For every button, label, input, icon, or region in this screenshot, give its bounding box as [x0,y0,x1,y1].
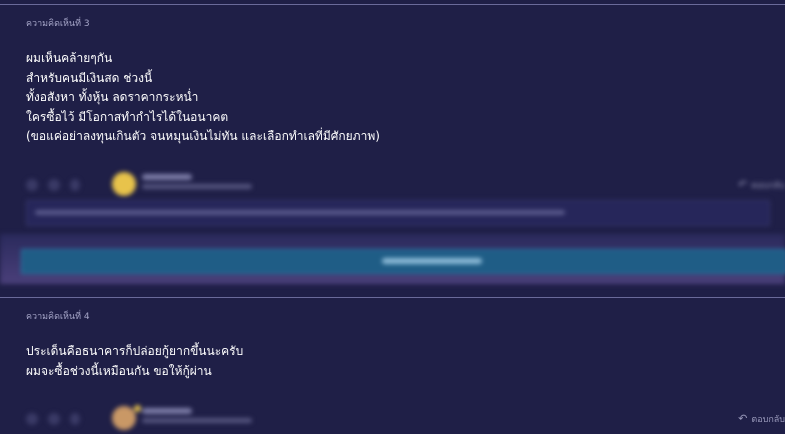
more-icon[interactable] [70,413,80,425]
comment-line: ผมเห็นคล้ายๆกัน [26,51,113,65]
comment-line: ทั้งอสังหา ทั้งหุ้น ลดราคากระหน่ำ [26,90,199,104]
comment-line: ใครซื้อไว้ มีโอกาสทำกำไรได้ในอนาคต [26,109,229,124]
reply-button[interactable]: ↶ ตอบกลับ [738,178,785,192]
user-name[interactable] [142,408,192,414]
comment-number-label: ความคิดเห็นที่ 4 [26,312,90,322]
comment-line: สำหรับคนมีเงินสด ช่วงนี้ [26,70,153,85]
avatar[interactable] [112,406,136,430]
reply-label: ตอบกลับ [751,415,785,425]
emoticon-icon[interactable] [26,413,38,425]
comment-meta-row: ↶ ตอบกลับ [26,170,785,200]
comment-body: ประเด็นคือธนาคารก็ปล่อยกู้ยากขึ้นนะครับ … [26,342,243,381]
more-icon[interactable] [70,179,80,191]
reply-button[interactable]: ↶ ตอบกลับ [738,412,785,426]
reply-label: ตอบกลับ [751,181,785,191]
comment-date [142,418,252,423]
comment-meta-row: ↶ ตอบกลับ [26,404,785,434]
reply-input-placeholder [35,210,565,215]
reply-arrow-icon: ↶ [738,412,748,425]
comment-line: ประเด็นคือธนาคารก็ปล่อยกู้ยากขึ้นนะครับ [26,344,244,358]
reply-arrow-icon: ↶ [738,178,748,191]
divider-top [0,4,785,5]
emoticon-icon[interactable] [26,179,38,191]
reply-input[interactable] [26,200,770,226]
user-name[interactable] [142,174,192,180]
submit-reply-button[interactable] [21,249,785,274]
submit-reply-label [382,258,482,264]
comment-number-label: ความคิดเห็นที่ 3 [26,19,90,29]
avatar[interactable] [112,172,136,196]
comment-line: (ขอแค่อย่าลงทุนเกินตัว จนหมุนเงินไม่ทัน … [26,129,380,143]
comment-body: ผมเห็นคล้ายๆกัน สำหรับคนมีเงินสด ช่วงนี้… [26,49,380,147]
quote-icon[interactable] [48,413,60,425]
comment-line: ผมจะซื้อช่วงนี้เหมือนกัน ขอให้กู้ผ่าน [26,363,212,378]
comment-date [142,184,252,189]
comment-divider [0,297,785,298]
badge-icon [134,405,141,412]
quote-icon[interactable] [48,179,60,191]
